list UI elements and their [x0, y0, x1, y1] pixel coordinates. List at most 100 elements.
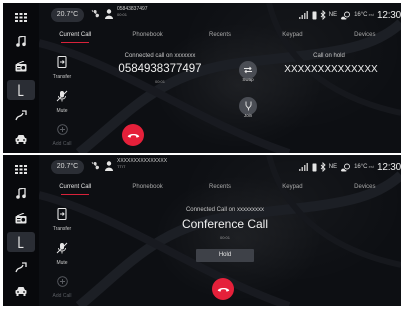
compass-direction: NE — [328, 164, 338, 170]
conference-timer: 00:01 — [219, 235, 230, 240]
call-screen-conference: 20.7°C XXXXXXXXXXXXXXX TTIT NE 16°C est … — [3, 155, 401, 306]
tab-devices[interactable]: Devices — [329, 29, 401, 43]
sidebar-item-navigation[interactable] — [7, 105, 35, 125]
sidebar-item-vehicle[interactable] — [7, 281, 35, 301]
conference-title: Conference Call — [181, 217, 269, 231]
end-call-button[interactable] — [212, 278, 234, 300]
phone-icon — [18, 84, 24, 96]
tab-devices[interactable]: Devices — [329, 181, 401, 195]
sidebar-item-vehicle[interactable] — [7, 129, 35, 149]
sidebar-item-music[interactable] — [7, 31, 35, 51]
sidebar — [3, 3, 39, 153]
sidebar-item-apps[interactable] — [7, 7, 35, 27]
hang-up-icon — [127, 133, 139, 138]
transfer-icon — [57, 55, 67, 69]
status-bar: 20.7°C XXXXXXXXXXXXXXX TTIT NE 16°C est … — [39, 155, 401, 179]
active-call-timer: 00:01 — [154, 79, 165, 84]
tab-phonebook[interactable]: Phonebook — [111, 181, 183, 195]
add-call-icon — [56, 276, 68, 287]
call-screen-two-calls: 20.7°C 05843837497 00:01 NE 16°C est 12:… — [3, 3, 401, 153]
radio-icon — [15, 212, 27, 223]
join-label: Join — [243, 113, 253, 118]
tab-recents[interactable]: Recents — [184, 29, 256, 43]
transfer-button[interactable]: Transfer — [49, 53, 75, 80]
tab-phonebook[interactable]: Phonebook — [111, 29, 183, 43]
phone-tabs: Current Call Phonebook Recents Keypad De… — [39, 181, 401, 195]
add-call-label: Add Call — [52, 293, 72, 299]
tab-keypad[interactable]: Keypad — [256, 29, 328, 43]
mute-label: Mute — [56, 108, 68, 114]
notification-subtitle: 00:01 — [117, 12, 128, 17]
fan-icon[interactable] — [91, 161, 101, 171]
clock: 12:30 — [376, 9, 401, 21]
tab-keypad[interactable]: Keypad — [256, 181, 328, 195]
person-icon — [105, 161, 113, 171]
hold-button[interactable]: Hold — [196, 249, 254, 262]
sidebar-item-apps[interactable] — [7, 159, 35, 179]
transfer-icon — [57, 207, 67, 221]
status-bar: 20.7°C 05843837497 00:01 NE 16°C est 12:… — [39, 3, 401, 27]
outside-temperature: 16°C — [354, 12, 368, 18]
signal-icon — [298, 163, 308, 171]
notification[interactable]: 05843837497 00:01 — [117, 6, 148, 18]
mute-mic-icon — [56, 242, 68, 254]
phone-battery-icon — [312, 163, 317, 171]
notification[interactable]: XXXXXXXXXXXXXXX TTIT — [117, 158, 167, 170]
mute-button[interactable]: Mute — [49, 239, 75, 266]
end-call-button[interactable] — [122, 124, 144, 146]
grid-menu-icon — [15, 12, 27, 22]
bluetooth-icon — [320, 10, 326, 20]
merge-calls-icon — [245, 101, 251, 111]
system-status: NE 16°C est 12:30 — [298, 159, 401, 175]
temperature-button[interactable]: 20.7°C — [51, 8, 84, 22]
signal-icon — [298, 11, 308, 19]
navigation-icon — [15, 109, 27, 120]
mute-button[interactable]: Mute — [49, 87, 75, 114]
sidebar-item-phone[interactable] — [7, 232, 35, 252]
swap-icon — [244, 66, 252, 74]
transfer-label: Transfer — [52, 74, 72, 80]
temperature-button[interactable]: 20.7°C — [51, 160, 84, 174]
hang-up-icon — [217, 287, 229, 292]
sidebar-item-phone[interactable] — [7, 80, 35, 100]
fan-icon[interactable] — [91, 9, 101, 19]
mute-label: Mute — [56, 260, 68, 266]
phone-tabs: Current Call Phonebook Recents Keypad De… — [39, 29, 401, 43]
sidebar-item-radio[interactable] — [7, 208, 35, 228]
radio-icon — [15, 60, 27, 71]
sidebar-item-navigation[interactable] — [7, 257, 35, 277]
notification-subtitle: TTIT — [117, 164, 126, 169]
music-note-icon — [16, 187, 26, 199]
clock: 12:30 — [376, 161, 401, 173]
phone-battery-icon — [312, 11, 317, 19]
add-call-icon — [56, 124, 68, 135]
add-call-button[interactable]: Add Call — [49, 272, 75, 299]
held-call-number: XXXXXXXXXXXXXX — [284, 64, 378, 75]
bluetooth-icon — [320, 162, 326, 172]
add-call-button[interactable]: Add Call — [49, 120, 75, 147]
tab-current-call[interactable]: Current Call — [39, 29, 111, 43]
connected-call-label: Connected call on xxxxxxx — [124, 53, 196, 59]
sidebar-item-music[interactable] — [7, 183, 35, 203]
transfer-button[interactable]: Transfer — [49, 205, 75, 232]
person-icon — [105, 9, 113, 19]
call-on-hold-label: Call on hold — [313, 53, 345, 59]
phone-icon — [18, 236, 24, 248]
music-note-icon — [16, 35, 26, 47]
connected-call-label: Connected Call on xxxxxxxxx — [185, 207, 265, 213]
grid-menu-icon — [15, 164, 27, 174]
sidebar — [3, 155, 39, 306]
outside-temperature: 16°C — [354, 164, 368, 170]
active-call-number: 0584938377497 — [118, 63, 202, 75]
car-icon — [15, 287, 27, 296]
transfer-label: Transfer — [52, 226, 72, 232]
add-call-label: Add Call — [52, 141, 72, 147]
outside-temperature-unit: est — [368, 12, 374, 17]
navigation-icon — [15, 261, 27, 272]
swap-label: Swap — [242, 77, 254, 82]
tab-recents[interactable]: Recents — [184, 181, 256, 195]
compass-direction: NE — [328, 12, 338, 18]
outside-temperature-unit: est — [368, 164, 374, 169]
sidebar-item-radio[interactable] — [7, 56, 35, 76]
tab-current-call[interactable]: Current Call — [39, 181, 111, 195]
